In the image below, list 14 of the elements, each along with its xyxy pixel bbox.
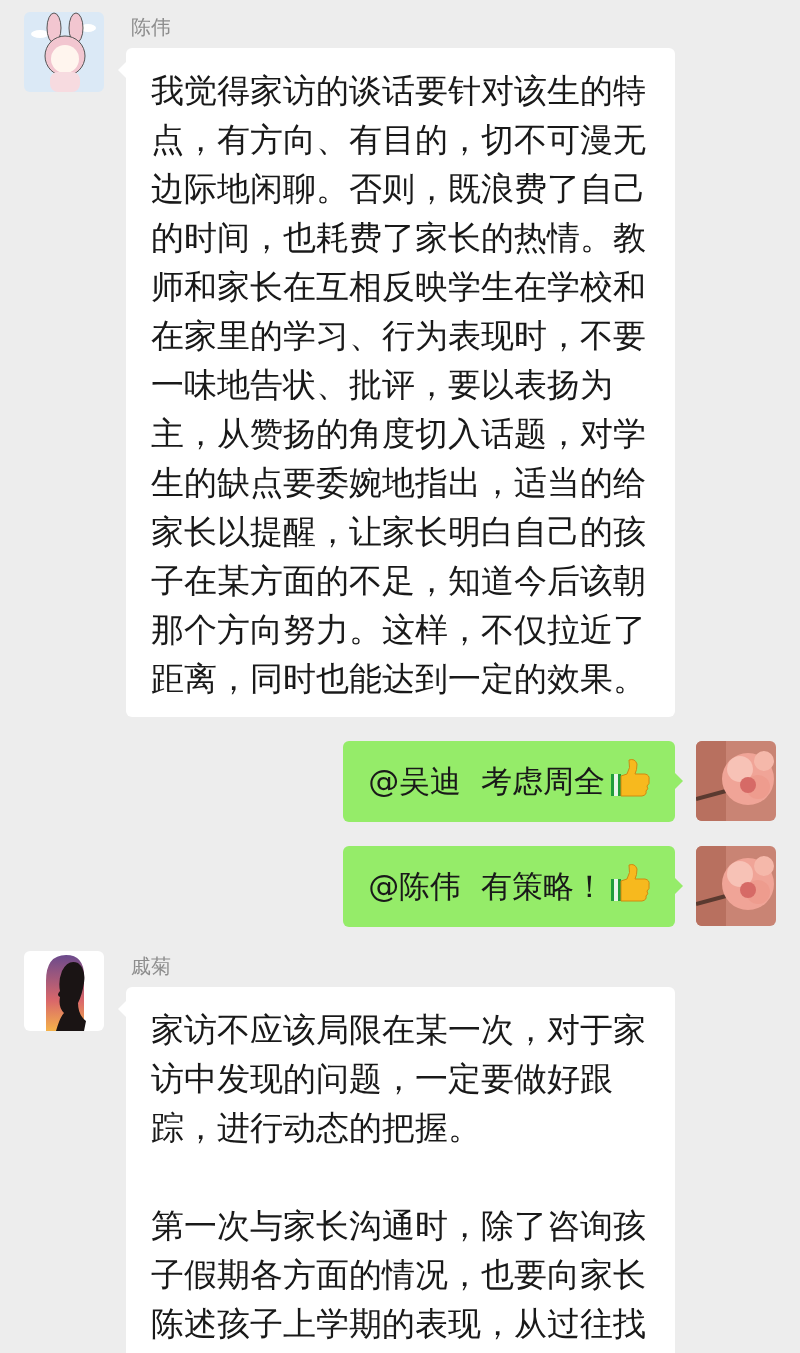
message-bubble[interactable]: 家访不应该局限在某一次，对于家访中发现的问题，一定要做好跟踪，进行动态的把握。 第一次与家长沟通时，除了咨询孩子假期各方面的情况，也要向家长陈述孩子上学期的表现，从过往找 bbox=[126, 987, 675, 1353]
sender-name: 戚菊 bbox=[131, 953, 172, 980]
thumbs-up-icon bbox=[609, 863, 651, 903]
message-text: @吴迪 考虑周全 bbox=[368, 757, 651, 806]
message-text: @陈伟 有策略！ bbox=[368, 862, 651, 911]
bubble-tail bbox=[675, 773, 683, 789]
bubble-tail bbox=[675, 878, 683, 894]
message-bubble[interactable]: @陈伟 有策略！ bbox=[343, 846, 675, 927]
message-bubble[interactable]: @吴迪 考虑周全 bbox=[343, 741, 675, 822]
sender-name: 陈伟 bbox=[131, 14, 172, 41]
thumbs-up-icon bbox=[609, 758, 651, 798]
message-text: 第一次与家长沟通时，除了咨询孩子假期各方面的情况，也要向家长陈述孩子上学期的表现，从过往找 bbox=[151, 1205, 647, 1345]
message-text: 家访不应该局限在某一次，对于家访中发现的问题，一定要做好跟踪，进行动态的把握。 bbox=[151, 1009, 647, 1149]
avatar[interactable] bbox=[24, 951, 104, 1031]
